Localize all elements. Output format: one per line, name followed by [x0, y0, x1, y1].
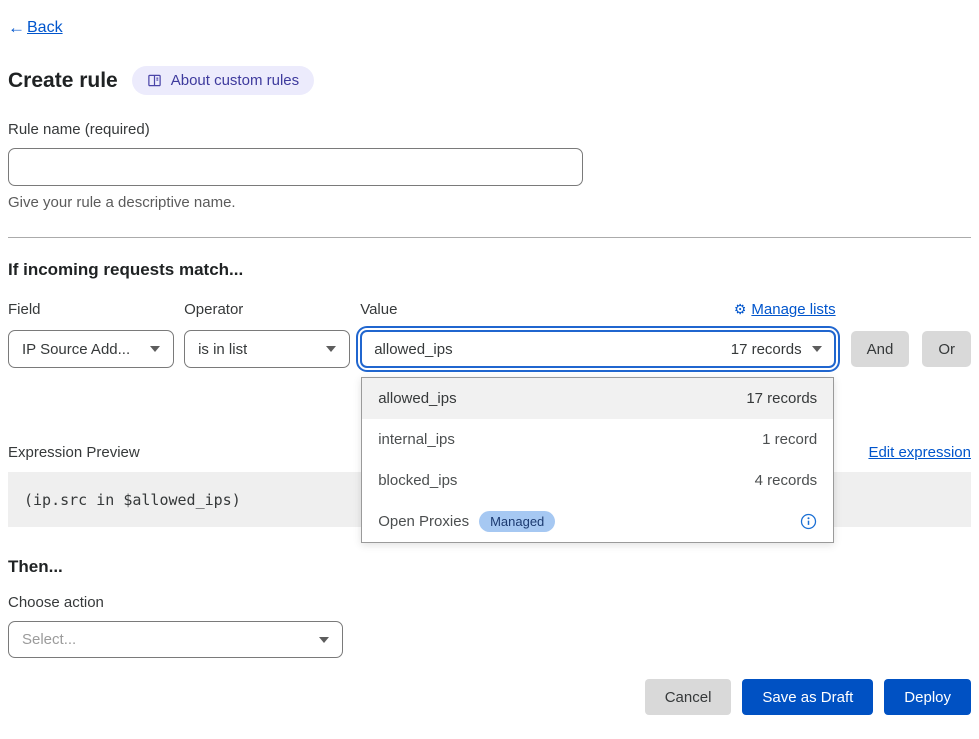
chevron-down-icon [812, 346, 822, 352]
dropdown-option-open-proxies[interactable]: Open Proxies Managed [362, 501, 833, 542]
about-custom-rules-link[interactable]: About custom rules [132, 66, 314, 95]
section-divider [8, 237, 971, 238]
value-label-row: Value ⚙ Manage lists [360, 301, 835, 318]
list-name: Open Proxies [378, 513, 469, 530]
back-link-label: Back [27, 19, 63, 37]
action-select[interactable]: Select... [8, 621, 343, 658]
edit-expression-link[interactable]: Edit expression [868, 444, 971, 461]
back-row: ← Back [8, 18, 971, 38]
action-select-placeholder: Select... [22, 631, 76, 648]
about-custom-rules-label: About custom rules [171, 72, 299, 89]
list-name: allowed_ips [378, 390, 456, 407]
operator-select-value: is in list [198, 341, 247, 358]
save-as-draft-button[interactable]: Save as Draft [742, 679, 873, 715]
and-button[interactable]: And [851, 331, 910, 367]
managed-badge: Managed [479, 511, 555, 532]
match-section-heading: If incoming requests match... [8, 260, 971, 280]
gear-icon: ⚙ [734, 301, 747, 318]
title-row: Create rule About custom rules [8, 66, 971, 95]
field-select[interactable]: IP Source Add... [8, 330, 174, 368]
list-record-count: 4 records [755, 472, 818, 489]
book-icon [147, 73, 162, 88]
rule-name-input[interactable] [8, 148, 583, 186]
create-rule-page: ← Back Create rule About custom rules Ru… [0, 0, 979, 715]
operator-column: Operator is in list [184, 301, 350, 368]
choose-action-label: Choose action [8, 594, 971, 611]
page-title: Create rule [8, 69, 118, 93]
field-label: Field [8, 301, 174, 318]
value-select-value: allowed_ips [374, 341, 452, 358]
or-button[interactable]: Or [922, 331, 971, 367]
list-record-count: 17 records [746, 390, 817, 407]
value-label: Value [360, 301, 397, 318]
manage-lists-label: Manage lists [751, 301, 835, 318]
chevron-down-icon [326, 346, 336, 352]
expression-code: (ip.src in $allowed_ips) [24, 491, 241, 509]
rule-name-label: Rule name (required) [8, 121, 971, 138]
info-icon[interactable] [800, 513, 817, 530]
expression-preview-label: Expression Preview [8, 444, 140, 461]
manage-lists-link[interactable]: ⚙ Manage lists [734, 301, 836, 318]
dropdown-option-blocked-ips[interactable]: blocked_ips 4 records [362, 460, 833, 501]
dropdown-option-allowed-ips[interactable]: allowed_ips 17 records [362, 378, 833, 419]
then-section-heading: Then... [8, 557, 971, 577]
rule-name-helper-text: Give your rule a descriptive name. [8, 194, 971, 211]
back-link[interactable]: ← Back [8, 18, 63, 38]
field-column: Field IP Source Add... [8, 301, 174, 368]
chevron-down-icon [319, 637, 329, 643]
value-select-record-count: 17 records [731, 341, 802, 358]
list-name: internal_ips [378, 431, 455, 448]
deploy-button[interactable]: Deploy [884, 679, 971, 715]
value-select[interactable]: allowed_ips 17 records [360, 330, 835, 368]
cancel-button[interactable]: Cancel [645, 679, 732, 715]
operator-label: Operator [184, 301, 350, 318]
list-name-group: Open Proxies Managed [378, 511, 555, 532]
field-select-value: IP Source Add... [22, 341, 130, 358]
list-name: blocked_ips [378, 472, 457, 489]
value-column: Value ⚙ Manage lists allowed_ips 17 reco… [360, 301, 835, 368]
value-dropdown-panel: allowed_ips 17 records internal_ips 1 re… [361, 377, 834, 543]
operator-select[interactable]: is in list [184, 330, 350, 368]
value-select-meta-group: 17 records [731, 341, 822, 358]
dropdown-option-internal-ips[interactable]: internal_ips 1 record [362, 419, 833, 460]
footer-actions: Cancel Save as Draft Deploy [8, 679, 971, 715]
match-condition-row: Field IP Source Add... Operator is in li… [8, 301, 971, 368]
chevron-down-icon [150, 346, 160, 352]
list-record-count: 1 record [762, 431, 817, 448]
back-arrow-icon: ← [8, 18, 25, 38]
